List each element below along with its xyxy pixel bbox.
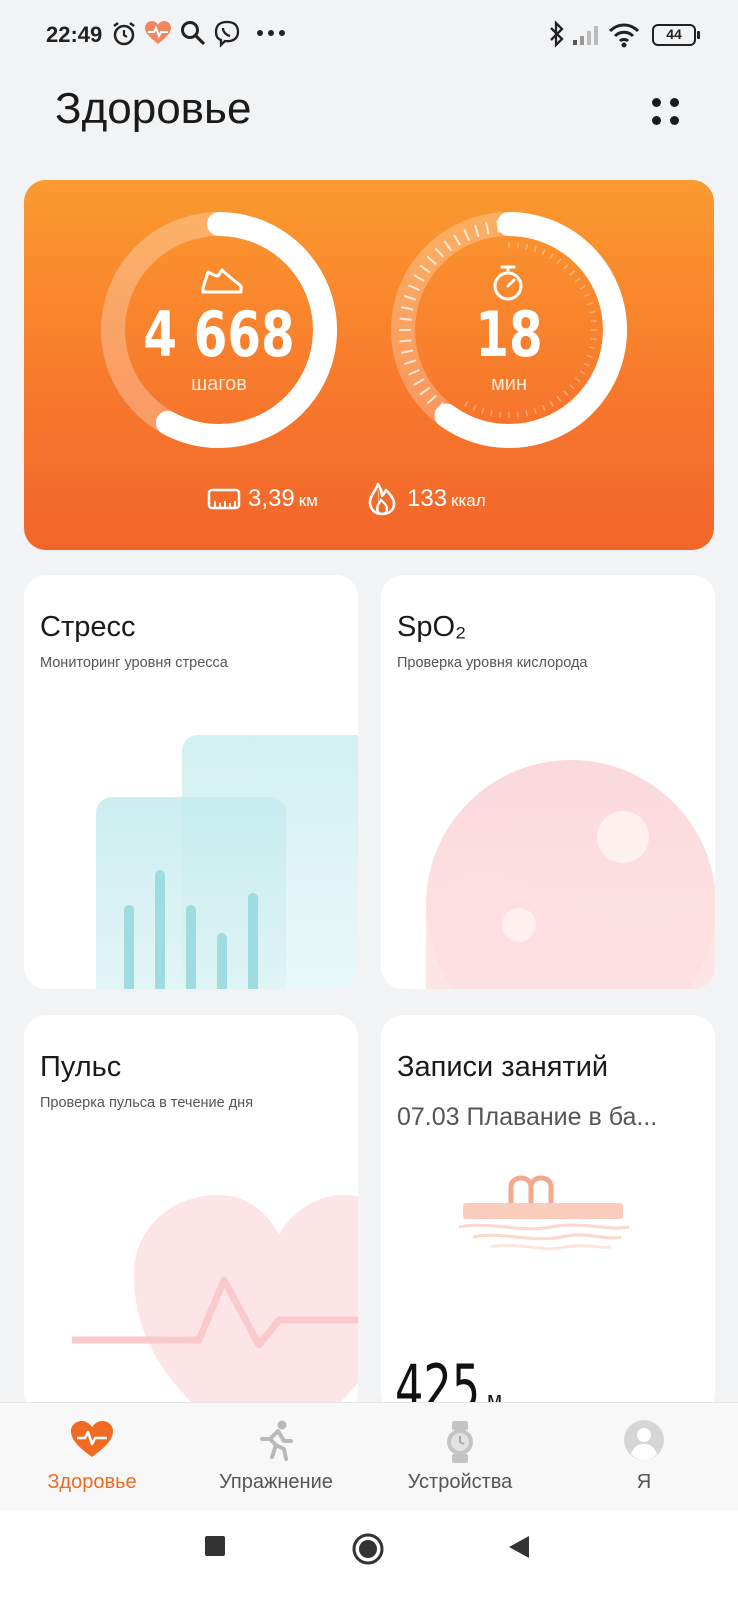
ring-inner-tick [556, 395, 562, 402]
ring-inner-tick [533, 246, 537, 253]
nav-exercise-label: Упражнение [219, 1471, 333, 1493]
distance-stat: 3,39 км [248, 485, 318, 513]
nav-devices[interactable]: Устройства [368, 1403, 552, 1511]
system-nav-bar [0, 1510, 738, 1599]
ring-inner-tick [525, 410, 529, 417]
workouts-title: Записи занятий [397, 1051, 609, 1083]
ring-inner-tick [481, 407, 485, 414]
nav-health-label: Здоровье [47, 1471, 137, 1493]
steps-value: 4 668 [143, 298, 295, 371]
ring-inner-tick [464, 400, 469, 407]
stopwatch-icon [493, 265, 523, 301]
ring-inner-tick [499, 411, 502, 418]
spo2-subtitle: Проверка уровня кислорода [397, 655, 588, 671]
ring-tick [399, 339, 412, 343]
ruler-icon [207, 488, 241, 510]
pulse-tile[interactable]: Пульс Проверка пульса в течение дня [24, 1015, 358, 1415]
active-time-unit: мин [491, 373, 527, 395]
recents-icon[interactable] [203, 1534, 227, 1558]
search-icon [181, 21, 205, 45]
steps-unit: шагов [191, 373, 247, 395]
nav-me[interactable]: Я [552, 1403, 736, 1511]
ring-inner-tick [569, 270, 575, 276]
ring-inner-tick [556, 258, 562, 265]
active-time-value: 18 [475, 298, 543, 371]
back-icon[interactable] [507, 1534, 531, 1560]
nav-exercise[interactable]: Упражнение [184, 1403, 368, 1511]
stress-subtitle: Мониторинг уровня стресса [40, 655, 228, 671]
pulse-title: Пульс [40, 1051, 122, 1083]
more-icon [257, 30, 285, 36]
ring-inner-tick [583, 293, 590, 298]
bottom-nav: Здоровье Упражнение Устройства Я [0, 1402, 738, 1510]
battery-icon: 44 [652, 24, 700, 46]
status-bar: 22:49 44 [0, 0, 738, 70]
ring-inner-tick [563, 264, 569, 270]
health-heart-icon [145, 21, 171, 44]
page-title: Здоровье [55, 84, 252, 133]
ring-inner-tick [525, 243, 529, 250]
pulse-subtitle: Проверка пульса в течение дня [40, 1095, 254, 1111]
activity-card[interactable]: 4 668 шагов 18 мин 3,39 км 133 ккал [24, 180, 714, 550]
ring-tick [399, 317, 412, 321]
calories-unit: ккал [451, 491, 486, 510]
ring-inner-tick [516, 411, 519, 418]
ring-inner-tick [574, 277, 581, 283]
nav-devices-label: Устройства [407, 1471, 513, 1493]
home-icon[interactable] [351, 1532, 385, 1566]
ring-tick [496, 220, 500, 233]
stress-tile[interactable]: Стресс Мониторинг уровня стресса [24, 575, 358, 989]
spo2-title: SpO₂ [397, 611, 467, 643]
calories-value: 133 [407, 485, 448, 512]
ring-inner-tick [586, 302, 593, 306]
ring-inner-tick [541, 404, 546, 411]
ring-inner-tick [472, 404, 477, 411]
distance-unit: км [298, 491, 318, 510]
ring-inner-tick [590, 337, 597, 340]
running-icon [260, 1420, 293, 1461]
ring-inner-tick [533, 407, 537, 414]
spo2-tile[interactable]: SpO₂ Проверка уровня кислорода [381, 575, 715, 989]
workouts-last-activity: 07.03 Плавание в ба... [397, 1103, 658, 1131]
sneaker-icon [201, 268, 243, 294]
ring-inner-tick [516, 242, 519, 249]
status-time: 22:49 [46, 22, 103, 47]
watch-icon [447, 1421, 473, 1463]
calories-stat: 133 ккал [407, 485, 486, 513]
workouts-tile[interactable]: Записи занятий 07.03 Плавание в ба... 42… [381, 1015, 715, 1415]
ring-inner-tick [549, 253, 554, 260]
ring-inner-tick [541, 249, 546, 256]
alarm-icon [113, 22, 135, 46]
avatar-icon [624, 1420, 664, 1460]
ring-inner-tick [586, 354, 593, 358]
ring-inner-tick [589, 346, 596, 350]
stress-title: Стресс [40, 611, 136, 643]
ring-inner-tick [489, 410, 493, 417]
ring-inner-tick [549, 400, 554, 407]
wifi-icon [608, 23, 640, 48]
viber-icon [214, 20, 240, 48]
nav-me-label: Я [636, 1471, 652, 1493]
signal-icon [573, 26, 598, 45]
heart-pulse-icon [71, 1421, 113, 1457]
ring-inner-tick [579, 285, 586, 290]
distance-value: 3,39 [248, 485, 295, 512]
ring-inner-tick [589, 310, 596, 314]
grid-dots-icon[interactable] [648, 94, 684, 130]
nav-health[interactable]: Здоровье [0, 1403, 184, 1511]
bluetooth-icon [550, 20, 564, 48]
flame-icon [368, 482, 396, 516]
ring-inner-tick [590, 320, 597, 323]
